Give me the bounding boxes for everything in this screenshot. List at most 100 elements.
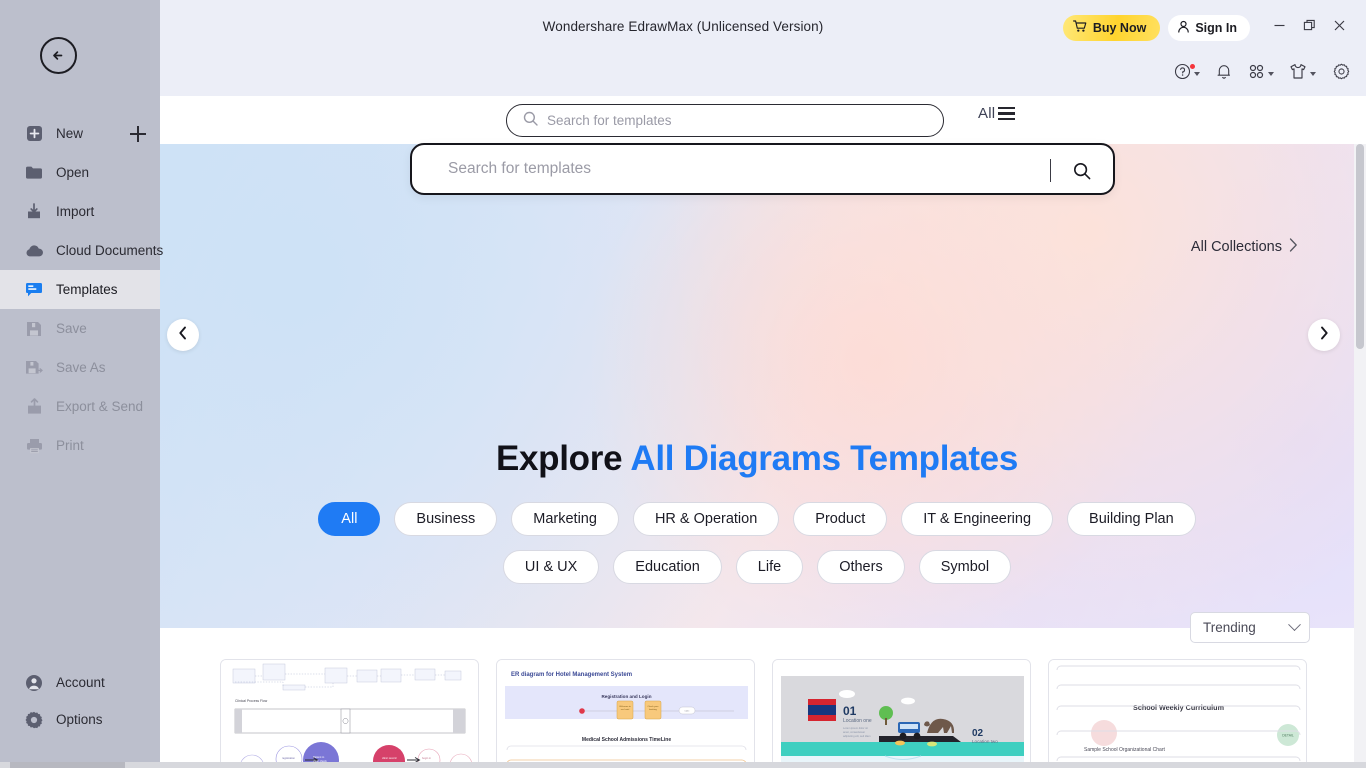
category-chip-life[interactable]: Life	[735, 550, 804, 584]
sidebar-item-label: New	[56, 125, 84, 141]
sidebar-item-options[interactable]: Options	[0, 701, 160, 738]
all-collections-link[interactable]: All Collections	[1191, 238, 1298, 256]
window-title: Wondershare EdrawMax (Unlicensed Version…	[542, 19, 824, 34]
template-card[interactable]: 01 Location one Lorem ipsum dolor sit am…	[772, 659, 1031, 762]
sidebar-item-print: Print	[0, 426, 160, 465]
category-chip-building-plan[interactable]: Building Plan	[1067, 502, 1196, 536]
main-content: All Collections Explore All Diagrams Tem…	[160, 144, 1366, 762]
restore-button[interactable]	[1294, 15, 1324, 41]
settings-button[interactable]	[1330, 62, 1352, 86]
svg-text:booking: booking	[649, 709, 657, 711]
horizontal-scrollbar[interactable]	[0, 762, 1366, 768]
svg-text:Welcome to: Welcome to	[619, 705, 631, 708]
sidebar-item-templates[interactable]: Templates	[0, 270, 160, 309]
vertical-scrollbar[interactable]	[1354, 144, 1366, 762]
all-collections-label: All Collections	[1190, 239, 1282, 255]
help-button[interactable]	[1172, 62, 1202, 86]
chevron-right-icon	[1289, 238, 1298, 256]
back-button[interactable]	[40, 37, 77, 74]
sign-in-button[interactable]: Sign In	[1168, 15, 1250, 41]
template-preview: ER diagram for Hotel Management System R…	[497, 660, 754, 762]
bell-icon	[1216, 63, 1232, 85]
explore-title-prefix: Explore	[495, 439, 623, 478]
svg-text:begin in: begin in	[422, 756, 432, 760]
category-chip-it-engineering[interactable]: IT & Engineering	[901, 502, 1054, 536]
sidebar-item-label: Export & Send	[56, 398, 144, 414]
chip-label: HR & Operation	[654, 511, 758, 527]
category-chip-business[interactable]: Business	[394, 502, 498, 536]
carousel-prev-button[interactable]	[167, 319, 199, 351]
vertical-scrollbar-thumb[interactable]	[1356, 144, 1364, 349]
sidebar-item-import[interactable]: Import	[0, 192, 160, 231]
category-chip-product[interactable]: Product	[793, 502, 888, 536]
sidebar-bottom-nav: Account Options	[0, 664, 160, 738]
search-overlay-divider	[1050, 159, 1051, 182]
template-card[interactable]: ER diagram for Hotel Management System R…	[496, 659, 755, 762]
horizontal-scrollbar-thumb[interactable]	[10, 762, 125, 768]
chevron-down-icon	[1288, 618, 1301, 632]
sidebar-item-label: Cloud Documents	[56, 242, 164, 258]
sort-select[interactable]: Trending	[1190, 612, 1310, 643]
search-overlay-placeholder: Search for templates	[448, 160, 592, 177]
new-file-icon	[24, 124, 44, 144]
search-input[interactable]: Search for templates	[506, 104, 944, 137]
chip-label: All	[341, 511, 358, 527]
buy-now-label: Buy Now	[1092, 21, 1147, 35]
svg-text:DETAIL: DETAIL	[1282, 734, 1294, 738]
svg-text:02: 02	[972, 728, 984, 739]
sidebar-item-open[interactable]: Open	[0, 153, 160, 192]
sidebar-item-account[interactable]: Account	[0, 664, 160, 701]
carousel-next-button[interactable]	[1308, 319, 1340, 351]
search-placeholder: Search for templates	[547, 113, 672, 128]
svg-text:Lorem ipsum dolor sit: Lorem ipsum dolor sit	[843, 726, 868, 730]
sidebar-item-cloud-documents[interactable]: Cloud Documents	[0, 231, 164, 270]
chip-label: UI & UX	[524, 559, 578, 575]
template-card[interactable]: Clinical Process Flow Patient in clinic …	[220, 659, 479, 762]
svg-text:Sample School Organizational C: Sample School Organizational Chart	[1084, 747, 1165, 753]
edrawmax-window: New Open Import Cloud Documents Template…	[0, 0, 1366, 768]
chevron-down-icon	[1310, 72, 1316, 76]
category-chip-education[interactable]: Education	[613, 550, 722, 584]
chip-label: Education	[635, 559, 700, 575]
apps-button[interactable]	[1246, 62, 1276, 86]
template-card[interactable]: School Weekly Curriculum DETAIL Sample S…	[1048, 659, 1307, 762]
category-chip-all[interactable]: All	[318, 502, 381, 536]
template-caption: Clinical Process Flow	[235, 699, 268, 703]
chip-label: Symbol	[940, 559, 990, 575]
svg-text:amet, consectetuer: amet, consectetuer	[843, 730, 865, 734]
search-suggestion-panel[interactable]: Search for templates	[410, 143, 1115, 195]
theme-button[interactable]	[1287, 62, 1318, 86]
sidebar-item-new[interactable]: New	[0, 114, 160, 153]
export-icon	[24, 397, 44, 417]
minimize-button[interactable]	[1264, 15, 1294, 41]
minimize-icon	[1273, 19, 1286, 37]
chip-label: Product	[815, 511, 866, 527]
chip-label: Marketing	[533, 511, 597, 527]
svg-text:table: table	[685, 710, 691, 713]
grid-apps-icon	[1248, 63, 1265, 85]
help-notification-dot	[1190, 64, 1195, 69]
category-chip-symbol[interactable]: Symbol	[918, 550, 1012, 584]
sidebar-item-save: Save	[0, 309, 160, 348]
template-caption: ER diagram for Hotel Management System	[511, 672, 632, 678]
printer-icon	[24, 436, 44, 456]
buy-now-button[interactable]: Buy Now	[1062, 15, 1161, 41]
template-preview: School Weekly Curriculum DETAIL Sample S…	[1049, 660, 1306, 762]
sign-in-label: Sign In	[1195, 21, 1237, 35]
save-as-icon	[24, 358, 44, 378]
new-add-button[interactable]	[130, 125, 146, 142]
all-categories-menu-button[interactable]: All	[978, 105, 1016, 122]
sort-value: Trending	[1203, 620, 1256, 635]
sidebar: New Open Import Cloud Documents Template…	[0, 0, 164, 762]
notifications-button[interactable]	[1213, 62, 1235, 86]
category-chip-ui-ux[interactable]: UI & UX	[502, 550, 600, 584]
close-icon	[1333, 19, 1346, 37]
explore-title-accent: All Diagrams Templates	[630, 439, 1019, 478]
category-chip-others[interactable]: Others	[817, 550, 905, 584]
svg-text:01: 01	[843, 704, 857, 718]
search-submit-button[interactable]	[1069, 159, 1095, 183]
category-chip-hr-operation[interactable]: HR & Operation	[632, 502, 780, 536]
svg-text:Check your: Check your	[647, 705, 658, 708]
close-button[interactable]	[1324, 15, 1354, 41]
category-chip-marketing[interactable]: Marketing	[511, 502, 619, 536]
